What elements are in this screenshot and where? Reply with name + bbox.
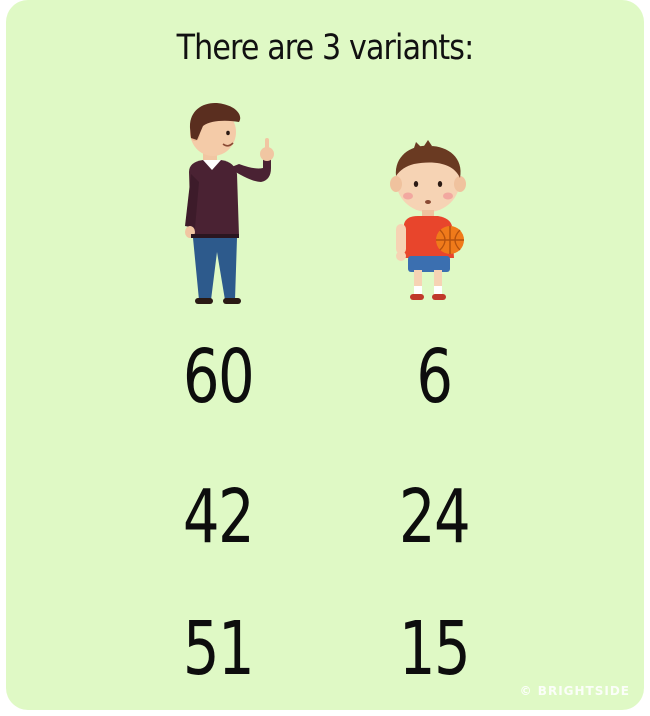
boy-illustration: [384, 140, 480, 306]
man-illustration: [181, 98, 281, 308]
boy-age-option-1: 6: [416, 334, 453, 420]
page-title: There are 3 variants:: [176, 28, 475, 68]
man-age-option-2: 42: [182, 474, 255, 560]
puzzle-card: There are 3 variants: 60 6 42 24 51 15 ©…: [6, 0, 644, 710]
man-age-option-1: 60: [182, 334, 255, 420]
brightside-watermark: © BRIGHTSIDE: [519, 684, 630, 698]
boy-age-option-3: 15: [398, 606, 471, 692]
boy-age-option-2: 24: [398, 474, 471, 560]
man-age-option-3: 51: [182, 606, 255, 692]
